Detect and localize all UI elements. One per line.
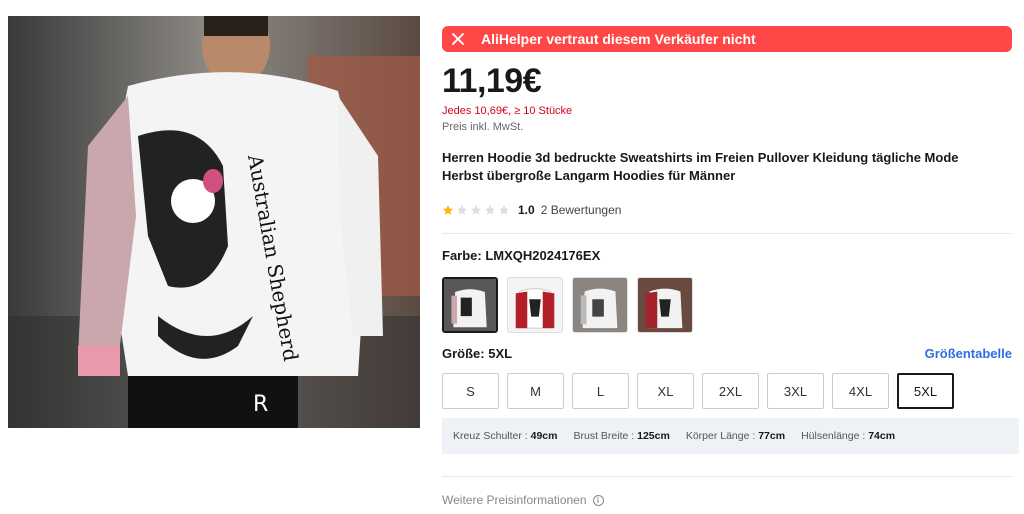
color-option[interactable] bbox=[572, 277, 628, 333]
rating-score: 1.0 bbox=[518, 203, 535, 217]
size-option-xl[interactable]: XL bbox=[637, 373, 694, 409]
product-title: Herren Hoodie 3d bedruckte Sweatshirts i… bbox=[442, 150, 959, 183]
measurement-sleeve-length: Hülsenlänge : 74cm bbox=[801, 430, 895, 442]
measurement-shoulder: Kreuz Schulter : 49cm bbox=[453, 430, 557, 442]
svg-text:R: R bbox=[253, 392, 268, 417]
star-empty-icon bbox=[457, 205, 467, 215]
size-option-3xl[interactable]: 3XL bbox=[767, 373, 824, 409]
review-count[interactable]: 2 Bewertungen bbox=[541, 203, 622, 217]
product-image[interactable]: Australian Shepherd R bbox=[8, 16, 420, 428]
size-option-4xl[interactable]: 4XL bbox=[832, 373, 889, 409]
color-option[interactable] bbox=[507, 277, 563, 333]
size-chart-link[interactable]: Größentabelle bbox=[925, 346, 1012, 361]
size-option-l[interactable]: L bbox=[572, 373, 629, 409]
measurement-value: 77cm bbox=[758, 430, 786, 442]
bulk-price: Jedes 10,69€, ≥ 10 Stücke bbox=[442, 105, 573, 117]
price: 11,19€ bbox=[442, 62, 542, 100]
more-price-info-link[interactable]: Weitere Preisinformationen i bbox=[442, 493, 604, 507]
size-options: S M L XL 2XL 3XL 4XL 5XL bbox=[442, 373, 954, 409]
size-measurements: Kreuz Schulter : 49cm Brust Breite : 125… bbox=[442, 418, 1019, 454]
measurement-chest: Brust Breite : 125cm bbox=[573, 430, 669, 442]
measurement-body-length: Körper Länge : 77cm bbox=[686, 430, 785, 442]
size-option-s[interactable]: S bbox=[442, 373, 499, 409]
size-label: Größe: 5XL bbox=[442, 346, 513, 361]
measurement-label: Kreuz Schulter : bbox=[453, 430, 528, 442]
size-option-m[interactable]: M bbox=[507, 373, 564, 409]
color-label: Farbe: LMXQH2024176EX bbox=[442, 248, 601, 263]
star-empty-icon bbox=[471, 205, 481, 215]
size-option-2xl[interactable]: 2XL bbox=[702, 373, 759, 409]
more-price-info-label: Weitere Preisinformationen bbox=[442, 493, 587, 507]
color-option[interactable] bbox=[637, 277, 693, 333]
measurement-value: 74cm bbox=[868, 430, 896, 442]
rating-stars bbox=[442, 204, 510, 216]
color-option[interactable] bbox=[442, 277, 498, 333]
tax-note: Preis inkl. MwSt. bbox=[442, 121, 524, 133]
star-filled-icon bbox=[443, 205, 453, 215]
measurement-label: Brust Breite : bbox=[573, 430, 635, 442]
measurement-value: 49cm bbox=[530, 430, 558, 442]
star-empty-icon bbox=[499, 205, 509, 215]
size-option-5xl[interactable]: 5XL bbox=[897, 373, 954, 409]
warning-text: AliHelper vertraut diesem Verkäufer nich… bbox=[481, 31, 756, 47]
color-options bbox=[442, 277, 693, 333]
measurement-label: Körper Länge : bbox=[685, 430, 756, 442]
close-icon[interactable] bbox=[451, 32, 465, 46]
rating[interactable]: 1.0 2 Bewertungen bbox=[442, 203, 621, 217]
measurement-value: 125cm bbox=[637, 430, 670, 442]
seller-warning-banner: AliHelper vertraut diesem Verkäufer nich… bbox=[442, 26, 1012, 52]
info-icon: i bbox=[592, 494, 604, 506]
divider bbox=[442, 476, 1012, 477]
divider bbox=[442, 233, 1012, 234]
star-empty-icon bbox=[485, 205, 495, 215]
measurement-label: Hülsenlänge : bbox=[801, 430, 866, 442]
